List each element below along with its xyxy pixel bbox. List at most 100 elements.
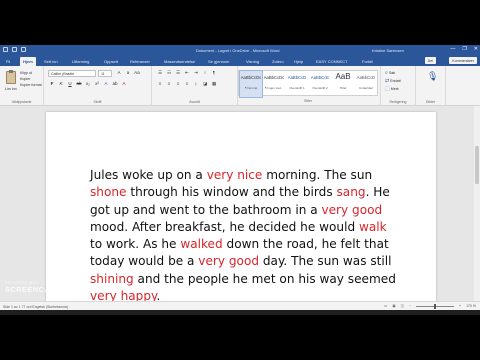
find-label: Søk — [388, 71, 396, 75]
style-normal[interactable]: AaBbCcDc ¶ Normal — [239, 70, 263, 98]
text-run: mood. After breakfast, he decided he wou… — [90, 219, 359, 234]
zoom-in-icon[interactable]: + — [459, 304, 461, 308]
numbering-icon[interactable]: ☷ — [166, 70, 172, 76]
highlighted-word: walk — [358, 219, 387, 234]
bullets-icon[interactable]: ☰ — [157, 70, 163, 76]
comments-button[interactable]: Kommentarer — [449, 57, 477, 64]
undo-icon[interactable] — [12, 47, 17, 52]
select-button[interactable]: ⬚ Merk — [385, 86, 399, 92]
find-button[interactable]: ⌕ Søk — [385, 70, 395, 76]
tab-mailings[interactable]: Masseutsendelse — [164, 57, 195, 66]
search-icon: ⌕ — [385, 70, 388, 76]
tab-file[interactable]: Fil — [6, 57, 10, 66]
text-run: and the people he met on his way seemed — [133, 271, 396, 286]
font-color-icon[interactable]: A — [121, 81, 127, 86]
increase-indent-icon[interactable]: ⇥ — [193, 70, 199, 76]
tab-zotero[interactable]: Zotero — [272, 57, 284, 66]
tab-insert[interactable]: Sett inn — [44, 57, 58, 66]
share-button[interactable]: Del — [424, 57, 436, 64]
vertical-scrollbar[interactable] — [474, 106, 480, 301]
watermark-brand-left: SCREENCAST — [5, 285, 61, 294]
status-info[interactable]: Side 1 av 1 77 ord Engelsk (Storbritanni… — [3, 305, 68, 309]
zoom-slider[interactable] — [416, 304, 455, 309]
read-mode-icon[interactable]: ▭ — [384, 304, 387, 308]
save-icon[interactable] — [3, 47, 8, 52]
style-no-spacing[interactable]: AaBbCcDc ¶ Ingen mel... — [263, 71, 285, 97]
paste-label[interactable]: Lim inn — [5, 87, 17, 91]
copy-button[interactable]: Kopier — [20, 77, 30, 81]
text-effects-icon[interactable]: A — [103, 81, 109, 86]
font-size-select[interactable]: 11 — [98, 70, 112, 77]
scrollbar-thumb[interactable] — [475, 146, 479, 184]
decrease-indent-icon[interactable]: ⇤ — [184, 70, 190, 76]
replace-button[interactable]: ⇄ Erstatt — [385, 78, 401, 84]
style-name: Overskrift 1 — [289, 86, 305, 90]
tab-home[interactable]: Hjem — [20, 57, 36, 66]
sort-icon[interactable]: ↕ — [202, 70, 208, 76]
style-title[interactable]: AaB Tittel — [332, 71, 354, 97]
align-right-icon[interactable]: ≡ — [175, 81, 181, 87]
borders-icon[interactable]: ▦ — [211, 81, 217, 87]
cut-button[interactable]: Klipp ut — [20, 71, 32, 75]
align-left-icon[interactable]: ≡ — [157, 81, 163, 87]
tab-easy-connect[interactable]: EASY CONNECT — [316, 57, 348, 66]
shading-icon[interactable]: ◪ — [202, 81, 208, 87]
show-marks-icon[interactable]: ¶ — [211, 70, 217, 76]
redo-icon[interactable] — [21, 47, 26, 52]
paragraph-row-1: ☰ ☷ ☰ ⇤ ⇥ ↕ ¶ — [157, 70, 217, 76]
tab-review[interactable]: Se gjennom — [208, 57, 229, 66]
tab-tell-me[interactable]: Fortell — [362, 57, 373, 66]
zoom-level[interactable]: 170 % — [466, 304, 476, 308]
style-preview: AaBbCcE — [310, 75, 330, 80]
style-heading-1[interactable]: AaBbCcD Overskrift 1 — [286, 71, 308, 97]
italic-icon[interactable]: K — [58, 81, 64, 86]
text-run: through his window and the birds — [126, 185, 337, 200]
underline-icon[interactable]: U — [67, 81, 73, 86]
align-center-icon[interactable]: ≡ — [166, 81, 172, 87]
style-name: Tittel — [339, 86, 347, 90]
word-window: Dokument - Lagret i OneDrive - Microsoft… — [0, 45, 480, 315]
font-size-controls: A a Aa — [116, 70, 140, 75]
close-button[interactable]: ✕ — [474, 46, 478, 52]
strikethrough-icon[interactable]: ab — [76, 81, 82, 86]
justify-icon[interactable]: ≡ — [184, 81, 190, 87]
tab-design[interactable]: Utforming — [72, 57, 89, 66]
paste-icon[interactable] — [6, 70, 16, 84]
editing-group-label: Redigering — [389, 100, 407, 104]
tab-view[interactable]: Visning — [246, 57, 259, 66]
subscript-icon[interactable]: x₂ — [85, 81, 91, 86]
zoom-out-icon[interactable]: − — [409, 304, 411, 308]
superscript-icon[interactable]: x² — [94, 81, 100, 86]
tab-layout[interactable]: Oppsett — [104, 57, 118, 66]
maximize-button[interactable]: ❐ — [462, 46, 466, 52]
microphone-icon[interactable]: 🎙 — [427, 71, 438, 82]
shrink-font-icon[interactable]: a — [125, 70, 131, 75]
minimize-button[interactable]: — — [450, 46, 455, 52]
tab-references[interactable]: Referanser — [130, 57, 150, 66]
tab-help[interactable]: Hjelp — [294, 57, 303, 66]
highlighted-word: shone — [90, 185, 127, 200]
multilevel-list-icon[interactable]: ☰ — [175, 70, 181, 76]
font-name-select[interactable]: Calibri (Brødte — [48, 70, 96, 77]
style-preview: AaBbCcDc — [240, 75, 262, 80]
highlight-icon[interactable]: ab — [112, 81, 118, 86]
highlighted-word: shining — [90, 271, 134, 286]
replace-icon: ⇄ — [385, 78, 390, 84]
highlighted-word: very good — [321, 202, 383, 217]
screencast-watermark: RECORDED WITH SCREENCAST MATIC — [5, 281, 94, 294]
style-subtitle[interactable]: AaBbCcD Undertittel — [355, 71, 377, 97]
dictate-label[interactable]: Dikter — [416, 100, 445, 104]
line-spacing-icon[interactable]: ↨ — [193, 81, 199, 87]
highlighted-word: very nice — [206, 168, 263, 182]
document-paragraph[interactable]: Jules woke up on a very nice morning. Th… — [90, 167, 400, 305]
style-heading-2[interactable]: AaBbCcE Overskrift 2 — [309, 71, 331, 97]
bold-icon[interactable]: F — [49, 81, 55, 86]
web-layout-icon[interactable]: ◫ — [401, 304, 404, 308]
document-page[interactable]: Jules woke up on a very nice morning. Th… — [46, 112, 436, 307]
format-painter-button[interactable]: Kopier format — [20, 83, 42, 87]
print-layout-icon[interactable]: ▣ — [392, 304, 395, 308]
grow-font-icon[interactable]: A — [116, 70, 122, 75]
style-name: Overskrift 2 — [312, 86, 328, 90]
user-name[interactable]: Kristine Sørensen — [372, 48, 404, 53]
change-case-icon[interactable]: Aa — [134, 70, 140, 75]
